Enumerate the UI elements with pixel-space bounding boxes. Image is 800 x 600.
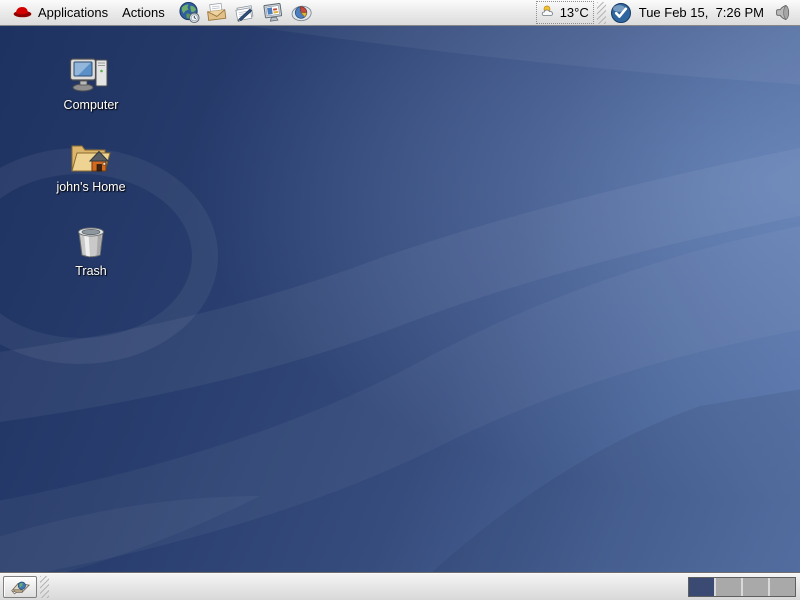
- trash-icon: [73, 222, 109, 260]
- desktop-icon-trash[interactable]: Trash: [46, 222, 136, 278]
- spreadsheet-launcher[interactable]: [290, 1, 314, 25]
- presentation-icon: [262, 1, 285, 24]
- launcher-group: [178, 1, 314, 25]
- show-desktop-icon: [9, 578, 31, 596]
- web-browser-launcher[interactable]: [178, 1, 202, 25]
- desktop-icon-home[interactable]: john's Home: [46, 138, 136, 194]
- update-notifier[interactable]: [609, 1, 633, 25]
- computer-icon-label: Computer: [64, 98, 119, 112]
- workspace-4[interactable]: [770, 578, 795, 596]
- desktop-icon-computer[interactable]: Computer: [46, 56, 136, 112]
- weather-temperature: 13°C: [560, 5, 589, 20]
- presentation-launcher[interactable]: [262, 1, 286, 25]
- desktop[interactable]: Computer john's Home: [0, 26, 800, 574]
- actions-menu-label: Actions: [122, 5, 165, 20]
- bottom-panel: [0, 574, 800, 600]
- update-check-icon: [610, 2, 632, 24]
- top-panel: Applications Actions: [0, 0, 800, 26]
- actions-menu[interactable]: Actions: [115, 1, 172, 25]
- workspace-3[interactable]: [743, 578, 770, 596]
- email-icon: [206, 1, 229, 24]
- panel-right-cluster: 13°C Tue Feb 15, 7:26 PM: [536, 1, 794, 25]
- word-processor-launcher[interactable]: [234, 1, 258, 25]
- computer-icon: [69, 56, 113, 94]
- weather-cloud-icon: [541, 4, 558, 21]
- home-folder-icon: [69, 138, 113, 176]
- email-launcher[interactable]: [206, 1, 230, 25]
- trash-icon-label: Trash: [75, 264, 107, 278]
- applications-menu[interactable]: Applications: [6, 1, 115, 25]
- web-browser-icon: [178, 1, 201, 24]
- redhat-logo-icon: [13, 4, 32, 21]
- screen: Applications Actions: [0, 0, 800, 600]
- workspace-1[interactable]: [689, 578, 716, 596]
- workspace-switcher: [688, 577, 796, 597]
- show-desktop-button[interactable]: [3, 576, 37, 598]
- applications-menu-label: Applications: [38, 5, 108, 20]
- home-icon-label: john's Home: [56, 180, 125, 194]
- spreadsheet-icon: [290, 1, 313, 24]
- word-processor-icon: [234, 1, 257, 24]
- applet-drag-handle[interactable]: [597, 2, 606, 24]
- panel-drag-handle[interactable]: [40, 576, 49, 598]
- weather-applet[interactable]: 13°C: [536, 1, 594, 24]
- speaker-icon: [773, 3, 792, 22]
- workspace-2[interactable]: [716, 578, 743, 596]
- clock-applet[interactable]: Tue Feb 15, 7:26 PM: [633, 5, 770, 20]
- volume-applet[interactable]: [770, 1, 794, 25]
